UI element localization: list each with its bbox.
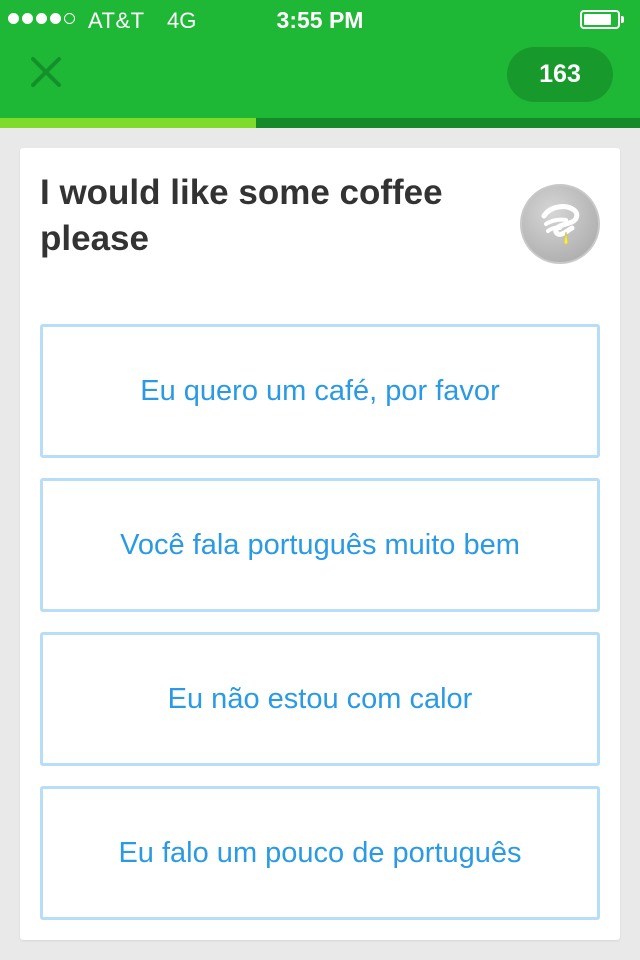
close-icon — [31, 57, 61, 87]
answer-option[interactable]: Eu quero um café, por favor — [40, 324, 600, 458]
exercise-card: I would like some coffee please Eu quero… — [20, 148, 620, 940]
hearts-count: 163 — [539, 60, 581, 88]
speaker-hand-icon — [541, 204, 580, 245]
answer-options: Eu quero um café, por favor Você fala po… — [40, 324, 600, 940]
answer-option-label: Você fala português muito bem — [120, 528, 520, 561]
battery-icon — [580, 10, 624, 29]
battery-level — [584, 14, 611, 25]
answer-option[interactable]: Eu falo um pouco de português — [40, 786, 600, 920]
answer-option-label: Eu não estou com calor — [167, 682, 473, 715]
status-time: 3:55 PM — [276, 7, 364, 33]
lesson-progress-bar — [0, 118, 640, 128]
hearts-counter: 163 — [507, 47, 613, 102]
top-bar: AT&T 4G 3:55 PM 163 — [0, 0, 640, 128]
prompt-sentence: I would like some coffee please — [40, 173, 443, 258]
audio-play-button[interactable] — [520, 184, 600, 264]
lesson-progress-fill — [0, 118, 256, 128]
answer-option[interactable]: Eu não estou com calor — [40, 632, 600, 766]
answer-option-label: Eu quero um café, por favor — [140, 374, 500, 407]
answer-option-label: Eu falo um pouco de português — [118, 836, 522, 869]
answer-option[interactable]: Você fala português muito bem — [40, 478, 600, 612]
close-button[interactable] — [26, 52, 66, 92]
status-bar: AT&T 4G 3:55 PM — [0, 0, 640, 40]
